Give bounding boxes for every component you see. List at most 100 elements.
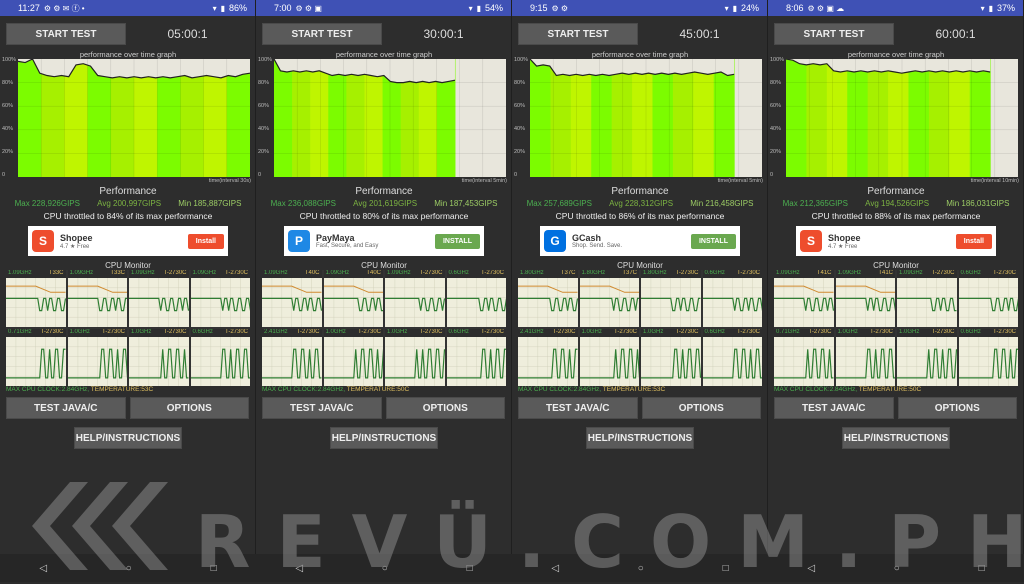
back-icon[interactable]: ◁ xyxy=(551,563,559,574)
help-instructions-button[interactable]: HELP/INSTRUCTIONS xyxy=(74,427,182,449)
cpu-core-chart: 1.0GHz T-2730C xyxy=(385,329,445,386)
y-tick-label: 0 xyxy=(2,172,6,178)
y-tick-label: 40% xyxy=(258,126,270,132)
status-time: 11:27 xyxy=(18,3,40,13)
y-tick-label: 60% xyxy=(2,103,14,109)
cpu-core-chart: 0.6GHz T-2730C xyxy=(958,329,1018,386)
start-test-button[interactable]: START TEST xyxy=(262,23,382,45)
cpu-core-chart: 1.0GHz T-2730C xyxy=(579,329,639,386)
core-temperature: T-2730C xyxy=(101,329,125,335)
core-frequency: 0.71GHz xyxy=(776,329,800,335)
graph-band xyxy=(826,59,848,177)
core-temperature: T37C xyxy=(560,270,576,276)
cpu-monitor-grid: 1.09GHz T41C 1.09GHz T41C 1.09GHz T-2730C 0.6G… xyxy=(774,270,1018,386)
back-icon[interactable]: ◁ xyxy=(39,563,47,574)
ad-banner[interactable]: S Shopee 4.7 ★ Free Install xyxy=(796,226,996,256)
graph-band xyxy=(550,59,572,177)
min-gips: Min 187,453GIPS xyxy=(434,199,498,208)
install-button[interactable]: Install xyxy=(955,233,992,249)
core-temperature: T33C xyxy=(48,270,64,276)
core-frequency: 2.41GHz xyxy=(520,329,544,335)
cpu-monitor-title: CPU Monitor xyxy=(617,261,663,270)
y-tick-label: 100% xyxy=(770,57,785,63)
wifi-icon: ▾ xyxy=(468,3,473,13)
avg-gips: Avg 194,526GIPS xyxy=(865,199,930,208)
status-time: 9:15 xyxy=(530,3,548,13)
ad-banner[interactable]: S Shopee 4.7 ★ Free Install xyxy=(28,226,228,256)
home-icon[interactable]: ○ xyxy=(638,563,644,574)
home-icon[interactable]: ○ xyxy=(126,563,132,574)
cpu-monitor-grid: 1.09GHz T33C 1.09GHz T33C 1.09GHz T-2730C 1.09… xyxy=(6,270,250,386)
status-bar: 7:00 ⚙ ⚙ ▣ ▾ ▮ 54% xyxy=(256,0,511,16)
back-icon[interactable]: ◁ xyxy=(807,563,815,574)
y-tick-label: 40% xyxy=(770,126,782,132)
graph-title: performance over time graph xyxy=(79,50,177,59)
options-button[interactable]: OPTIONS xyxy=(641,397,761,419)
min-gips: Min 216,458GIPS xyxy=(690,199,754,208)
core-frequency: 1.09GHz xyxy=(387,270,411,276)
core-frequency: 1.09GHz xyxy=(325,270,350,276)
core-temperature: T-2730C xyxy=(419,270,443,276)
test-java-c-button[interactable]: TEST JAVA/C xyxy=(6,397,126,419)
install-button[interactable]: INSTALL xyxy=(434,233,480,249)
ad-banner[interactable]: G GCash Shop. Send. Save. INSTALL xyxy=(540,226,740,256)
performance-title: Performance xyxy=(867,186,925,197)
cpu-core-chart: 1.0GHz T-2730C xyxy=(897,329,957,386)
performance-title: Performance xyxy=(611,186,669,197)
home-icon[interactable]: ○ xyxy=(382,563,388,574)
install-button[interactable]: Install xyxy=(187,233,224,249)
back-icon[interactable]: ◁ xyxy=(295,563,303,574)
cpu-core-chart: 0.6GHz T-2730C xyxy=(958,270,1018,327)
max-cpu-clock: MAX CPU CLOCK:2.84GHz, xyxy=(6,386,90,393)
test-java-c-button[interactable]: TEST JAVA/C xyxy=(518,397,638,419)
ad-subtitle: 4.7 ★ Free xyxy=(60,243,90,250)
cpu-core-chart: 1.0GHz T-2730C xyxy=(641,329,701,386)
start-test-button[interactable]: START TEST xyxy=(518,23,638,45)
core-temperature: T-2730C xyxy=(357,329,381,335)
ad-banner[interactable]: P PayMaya Fast, Secure, and Easy INSTALL xyxy=(284,226,484,256)
cpu-core-chart: 0.6GHz T-2730C xyxy=(446,270,506,327)
test-java-c-button[interactable]: TEST JAVA/C xyxy=(774,397,894,419)
y-tick-label: 80% xyxy=(514,80,526,86)
start-test-button[interactable]: START TEST xyxy=(774,23,894,45)
recents-icon[interactable]: □ xyxy=(723,563,729,574)
battery-percent: 24% xyxy=(740,3,759,13)
max-gips: Max 212,365GIPS xyxy=(782,199,848,208)
y-tick-label: 100% xyxy=(514,57,529,63)
cpu-core-chart: 1.09GHz T-2730C xyxy=(385,270,445,327)
graph-band xyxy=(806,59,828,177)
wifi-icon: ▾ xyxy=(212,3,217,13)
core-temperature: T40C xyxy=(304,270,320,276)
options-button[interactable]: OPTIONS xyxy=(897,397,1017,419)
test-java-c-button[interactable]: TEST JAVA/C xyxy=(262,397,382,419)
y-tick-label: 20% xyxy=(258,149,270,155)
core-frequency: 0.6GHz xyxy=(704,270,725,276)
core-frequency: 1.09GHz xyxy=(131,270,155,276)
install-button[interactable]: INSTALL xyxy=(690,233,736,249)
recents-icon[interactable]: □ xyxy=(467,563,473,574)
cpu-core-chart: 1.09GHz T-2730C xyxy=(190,270,250,327)
help-instructions-button[interactable]: HELP/INSTRUCTIONS xyxy=(842,427,950,449)
help-instructions-button[interactable]: HELP/INSTRUCTIONS xyxy=(330,427,438,449)
cpu-core-chart: 1.09GHz T-2730C xyxy=(129,270,189,327)
options-button[interactable]: OPTIONS xyxy=(385,397,505,419)
graph-band xyxy=(591,59,613,177)
ad-app-name: GCash xyxy=(572,233,602,243)
core-frequency: 1.09GHz xyxy=(192,270,217,276)
core-frequency: 0.6GHz xyxy=(960,329,981,335)
cpu-core-chart: 1.80GHz T-2730C xyxy=(641,270,701,327)
battery-percent: 86% xyxy=(228,3,247,13)
status-time: 8:06 xyxy=(786,3,804,13)
avg-gips: Avg 200,997GIPS xyxy=(97,199,162,208)
recents-icon[interactable]: □ xyxy=(211,563,217,574)
cpu-monitor-title: CPU Monitor xyxy=(105,261,151,270)
core-frequency: 0.6GHz xyxy=(448,270,469,276)
graph-title: performance over time graph xyxy=(591,50,689,59)
options-button[interactable]: OPTIONS xyxy=(129,397,249,419)
recents-icon[interactable]: □ xyxy=(979,563,985,574)
status-bar: 9:15 ⚙ ⚙ ▾ ▮ 24% xyxy=(512,0,767,16)
cpu-core-chart: 2.41GHz T-2730C xyxy=(518,329,578,386)
home-icon[interactable]: ○ xyxy=(894,563,900,574)
start-test-button[interactable]: START TEST xyxy=(6,23,126,45)
help-instructions-button[interactable]: HELP/INSTRUCTIONS xyxy=(586,427,694,449)
